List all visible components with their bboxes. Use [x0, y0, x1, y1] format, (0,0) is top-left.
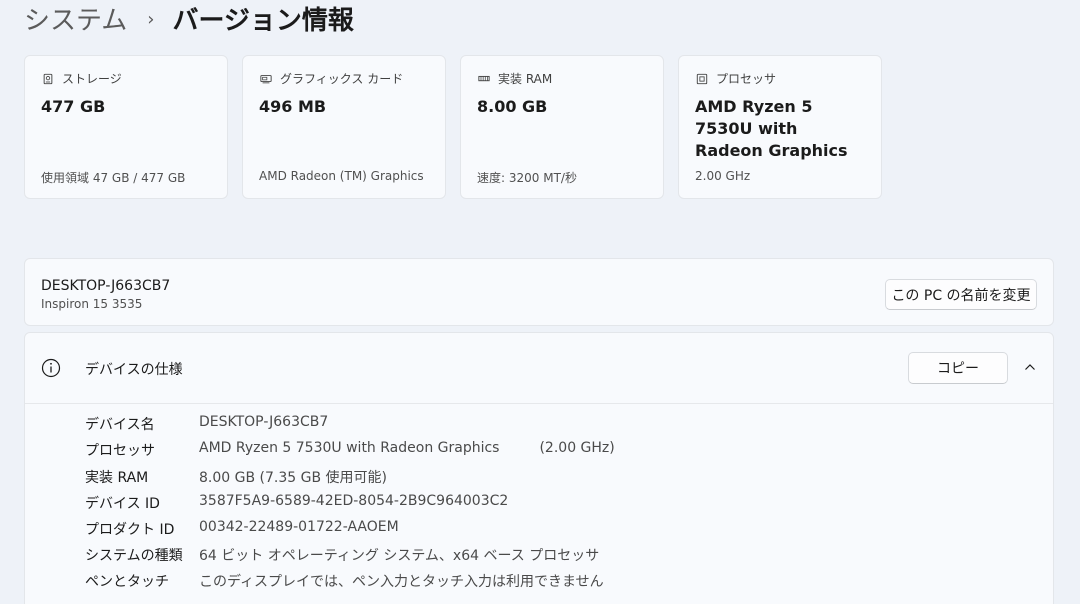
ram-icon: [478, 75, 490, 81]
device-specs-header[interactable]: デバイスの仕様 コピー: [25, 333, 1053, 404]
spec-value: 8.00 GB (7.35 GB 使用可能): [199, 470, 387, 486]
spec-label: デバイス名: [85, 417, 155, 433]
spec-value: このディスプレイでは、ペン入力とタッチ入力は利用できません: [199, 574, 604, 590]
chevron-up-icon[interactable]: [1023, 360, 1037, 374]
storage-card-detail: 使用領域 47 GB / 477 GB: [41, 171, 186, 185]
storage-card-value: 477 GB: [41, 97, 106, 116]
ram-card-title: 実装 RAM: [498, 72, 553, 86]
graphics-card-title: グラフィックス カード: [280, 72, 404, 86]
copy-button[interactable]: コピー: [908, 352, 1008, 384]
device-name: DESKTOP-J663CB7: [41, 278, 171, 294]
graphics-card-value: 496 MB: [259, 97, 327, 116]
card-header: プロセッサ: [695, 70, 776, 87]
spec-row-pen-touch: ペンとタッチ このディスプレイでは、ペン入力とタッチ入力は利用できません: [85, 571, 604, 591]
spec-value: 64 ビット オペレーティング システム、x64 ベース プロセッサ: [199, 548, 600, 564]
ram-card-value: 8.00 GB: [477, 97, 548, 116]
processor-card-value: AMD Ryzen 5 7530U with Radeon Graphics: [695, 97, 848, 160]
spec-value: DESKTOP-J663CB7: [199, 414, 329, 430]
graphics-card-icon: [260, 74, 272, 83]
card-header: ストレージ: [41, 70, 122, 87]
storage-icon: [43, 73, 53, 84]
processor-card-title: プロセッサ: [716, 72, 777, 86]
spec-row-device-id: デバイス ID 3587F5A9-6589-42ED-8054-2B9C9640…: [85, 493, 508, 513]
info-icon: [41, 358, 61, 378]
spec-label: プロセッサ: [85, 443, 155, 459]
breadcrumb: システム › バージョン情報: [24, 0, 354, 36]
device-model: Inspiron 15 3535: [41, 297, 143, 311]
spec-label: 実装 RAM: [85, 470, 149, 486]
rename-pc-button[interactable]: この PC の名前を変更: [885, 279, 1037, 310]
spec-processor-speed: (2.00 GHz): [539, 440, 615, 456]
page-title: バージョン情報: [172, 5, 354, 36]
spec-row-product-id: プロダクト ID 00342-22489-01722-AAOEM: [85, 519, 399, 539]
processor-icon: [696, 73, 708, 84]
spec-row-system-type: システムの種類 64 ビット オペレーティング システム、x64 ベース プロセ…: [85, 545, 599, 565]
graphics-card: グラフィックス カード 496 MB AMD Radeon (TM) Graph…: [242, 55, 446, 199]
spec-label: プロダクト ID: [85, 522, 175, 538]
card-header: グラフィックス カード: [259, 70, 403, 87]
spec-label: システムの種類: [85, 548, 183, 564]
device-specs-panel: デバイスの仕様 コピー デバイス名 DESKTOP-J663CB7 プロセッサ …: [24, 332, 1054, 604]
spec-row-ram: 実装 RAM 8.00 GB (7.35 GB 使用可能): [85, 467, 387, 487]
processor-card-detail: 2.00 GHz: [695, 169, 751, 183]
device-name-panel: DESKTOP-J663CB7 Inspiron 15 3535 この PC の…: [24, 258, 1054, 326]
breadcrumb-separator: ›: [147, 8, 155, 30]
card-header: 実装 RAM: [477, 70, 552, 87]
storage-card: ストレージ 477 GB 使用領域 47 GB / 477 GB: [24, 55, 228, 199]
spec-value: 00342-22489-01722-AAOEM: [199, 519, 399, 535]
graphics-card-detail: AMD Radeon (TM) Graphics: [259, 169, 424, 183]
spec-row-device-name: デバイス名 DESKTOP-J663CB7: [85, 414, 328, 434]
processor-card: プロセッサ AMD Ryzen 5 7530U with Radeon Grap…: [678, 55, 882, 199]
device-specs-title: デバイスの仕様: [85, 362, 183, 378]
breadcrumb-system-link[interactable]: システム: [24, 0, 127, 37]
ram-card-detail: 速度: 3200 MT/秒: [477, 171, 577, 185]
spec-value: AMD Ryzen 5 7530U with Radeon Graphics: [199, 440, 500, 456]
spec-row-processor: プロセッサ AMD Ryzen 5 7530U with Radeon Grap…: [85, 440, 615, 460]
spec-cards: ストレージ 477 GB 使用領域 47 GB / 477 GB グラフィックス…: [24, 55, 882, 199]
ram-card: 実装 RAM 8.00 GB 速度: 3200 MT/秒: [460, 55, 664, 199]
storage-card-title: ストレージ: [62, 72, 122, 86]
about-page: システム › バージョン情報 ストレージ 477 GB 使用領域 47 GB /…: [0, 0, 1080, 604]
spec-label: デバイス ID: [85, 496, 160, 512]
spec-value: 3587F5A9-6589-42ED-8054-2B9C964003C2: [199, 493, 509, 509]
spec-label: ペンとタッチ: [85, 574, 169, 590]
